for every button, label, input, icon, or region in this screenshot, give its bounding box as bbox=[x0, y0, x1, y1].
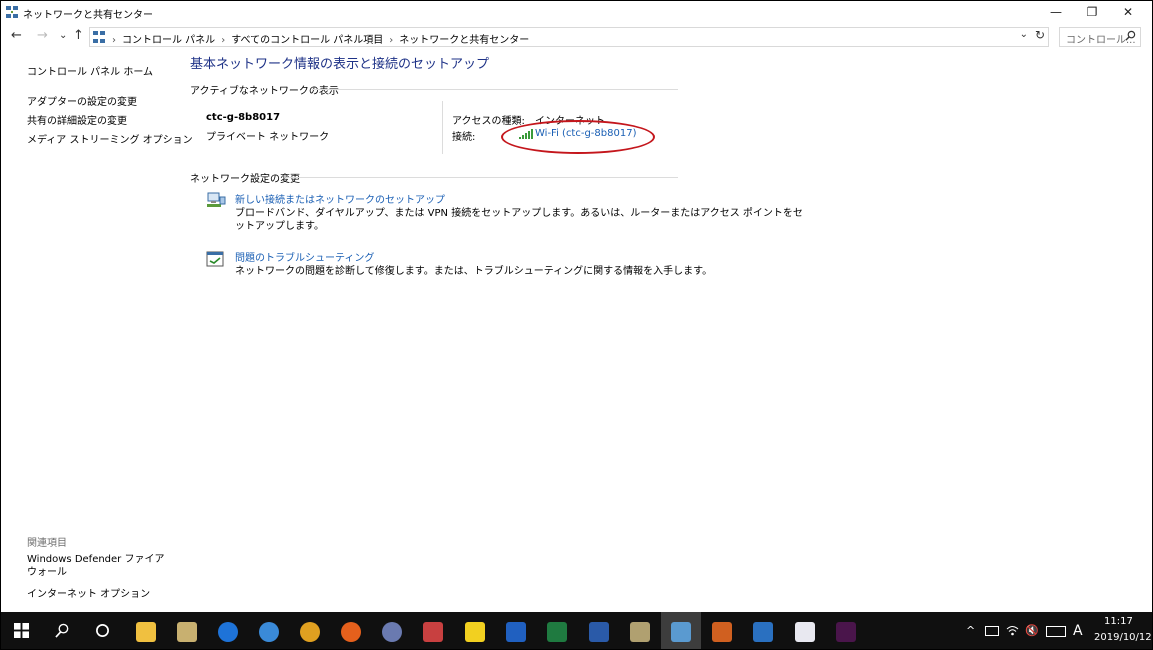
edge-icon[interactable] bbox=[218, 622, 238, 642]
word-icon[interactable] bbox=[589, 622, 609, 642]
wifi-tray-icon[interactable] bbox=[1006, 624, 1019, 636]
address-dropdown-icon[interactable]: ⌄ bbox=[1020, 29, 1028, 40]
address-bar[interactable]: › コントロール パネル › すべてのコントロール パネル項目 › ネットワークと共有セン… bbox=[89, 27, 1049, 47]
vertical-divider bbox=[442, 101, 443, 154]
navigation-bar: ← → ⌄ ↑ › コントロール パネル › すべてのコントロール パネル項目 › ネット… bbox=[1, 24, 1152, 48]
task-view-icon[interactable] bbox=[95, 623, 110, 638]
clock-date[interactable]: 2019/10/12 bbox=[1094, 632, 1152, 643]
section-divider bbox=[286, 177, 678, 178]
app-icon[interactable] bbox=[506, 622, 526, 642]
internet-explorer-icon[interactable] bbox=[259, 622, 279, 642]
windows-start-icon[interactable] bbox=[14, 623, 29, 638]
browser-icon[interactable] bbox=[382, 622, 402, 642]
access-type-label: アクセスの種類: bbox=[452, 116, 525, 127]
taskbar bbox=[1, 612, 1152, 649]
paint-icon[interactable] bbox=[630, 622, 650, 642]
keyboard-icon[interactable] bbox=[1046, 626, 1066, 637]
file-explorer-icon[interactable] bbox=[136, 622, 156, 642]
file-manager-icon[interactable] bbox=[177, 622, 197, 642]
toolbox-icon[interactable] bbox=[712, 622, 732, 642]
minimize-button[interactable]: — bbox=[1039, 1, 1073, 23]
slack-icon[interactable] bbox=[836, 622, 856, 642]
refresh-icon[interactable]: ↻ bbox=[1035, 28, 1045, 42]
search-icon[interactable] bbox=[1125, 30, 1136, 41]
section-divider bbox=[312, 89, 678, 90]
window-frame bbox=[0, 0, 1153, 650]
volume-muted-icon[interactable]: 🔇 bbox=[1025, 624, 1039, 637]
control-panel-icon bbox=[93, 31, 105, 43]
maximize-button[interactable]: ❐ bbox=[1075, 1, 1109, 23]
recent-locations-button[interactable]: ⌄ bbox=[59, 30, 67, 41]
paint-app-icon[interactable] bbox=[423, 622, 443, 642]
setup-connection-desc-line2: ットアップします。 bbox=[235, 221, 324, 232]
page-title: 基本ネットワーク情報の表示と接続のセットアップ bbox=[190, 57, 490, 72]
ime-indicator[interactable]: A bbox=[1073, 623, 1083, 639]
highlight-ellipse bbox=[501, 120, 655, 154]
network-setup-icon bbox=[207, 192, 226, 207]
window-title: ネットワークと共有センター bbox=[23, 10, 153, 21]
breadcrumb-separator: › bbox=[112, 35, 116, 46]
app-icon[interactable] bbox=[795, 622, 815, 642]
remote-desktop-icon[interactable] bbox=[753, 622, 773, 642]
troubleshoot-desc: ネットワークの問題を診断して修復します。または、トラブルシューティングに関する情… bbox=[235, 266, 713, 277]
search-icon[interactable] bbox=[55, 623, 70, 638]
search-box[interactable]: コントロール... bbox=[1059, 27, 1141, 47]
close-button[interactable]: ✕ bbox=[1111, 1, 1145, 23]
firewall-link[interactable]: Windows Defender ファイアウォール bbox=[27, 553, 167, 579]
network-name: ctc-g-8b8017 bbox=[206, 112, 281, 123]
sharing-settings-link[interactable]: 共有の詳細設定の変更 bbox=[27, 112, 127, 127]
sticky-notes-icon[interactable] bbox=[465, 622, 485, 642]
media-streaming-link[interactable]: メディア ストリーミング オプション bbox=[27, 131, 193, 146]
control-panel-taskbar-icon[interactable] bbox=[671, 622, 691, 642]
up-button[interactable]: ↑ bbox=[73, 28, 84, 43]
troubleshoot-link[interactable]: 問題のトラブルシューティング bbox=[235, 249, 374, 264]
change-settings-heading: ネットワーク設定の変更 bbox=[190, 174, 300, 185]
clock-time[interactable]: 11:17 bbox=[1104, 616, 1133, 627]
title-bar: ネットワークと共有センター — ❐ ✕ bbox=[1, 1, 1152, 23]
breadcrumb-all-items[interactable]: すべてのコントロール パネル項目 bbox=[231, 35, 383, 46]
network-type[interactable]: プライベート ネットワーク bbox=[206, 128, 329, 143]
excel-icon[interactable] bbox=[547, 622, 567, 642]
breadcrumb-separator: › bbox=[221, 35, 226, 46]
troubleshoot-icon bbox=[206, 251, 224, 267]
setup-connection-desc-line1: ブロードバンド、ダイヤルアップ、または VPN 接続をセットアップします。あるい… bbox=[235, 208, 803, 219]
related-items-heading: 関連項目 bbox=[27, 538, 67, 549]
back-button[interactable]: ← bbox=[11, 28, 22, 43]
firefox-icon[interactable] bbox=[341, 622, 361, 642]
forward-button[interactable]: → bbox=[37, 28, 48, 43]
battery-icon[interactable] bbox=[985, 626, 999, 636]
chrome-icon[interactable] bbox=[300, 622, 320, 642]
adapter-settings-link[interactable]: アダプターの設定の変更 bbox=[27, 93, 137, 108]
internet-options-link[interactable]: インターネット オプション bbox=[27, 585, 150, 600]
breadcrumb: › コントロール パネル › すべてのコントロール パネル項目 › ネットワークと共有セン… bbox=[112, 31, 529, 46]
breadcrumb-control-panel[interactable]: コントロール パネル bbox=[122, 35, 215, 46]
breadcrumb-network-center[interactable]: ネットワークと共有センター bbox=[399, 35, 529, 46]
network-center-icon bbox=[6, 6, 18, 18]
breadcrumb-separator: › bbox=[389, 35, 394, 46]
connection-label: 接続: bbox=[452, 132, 476, 143]
control-panel-home-link[interactable]: コントロール パネル ホーム bbox=[27, 63, 153, 78]
tray-overflow-icon[interactable]: ^ bbox=[966, 624, 975, 637]
setup-connection-link[interactable]: 新しい接続またはネットワークのセットアップ bbox=[235, 191, 445, 206]
